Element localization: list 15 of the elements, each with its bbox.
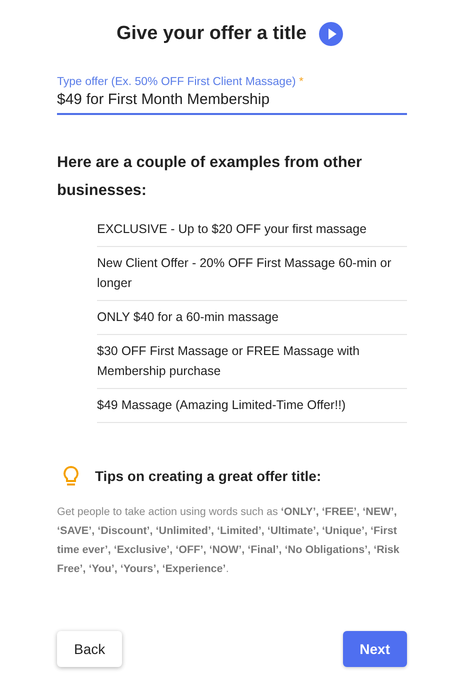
tips-text: Get people to take action using words such as ‘ONLY’, ‘FREE’, ‘NEW’, ‘SAVE’, ‘Discount’, ‘Unlimited’, ‘Limited’, ‘Ultimate’, ‘Unique’, ‘First time ever’, ‘Exclusive’, ‘OFF’, ‘NOW’, ‘Final’, ‘No Obligations’, ‘Risk Free’, ‘You’, ‘Yours’, ‘Experience’.	[57, 505, 400, 577]
tips-heading: Tips on creating a great offer title:	[95, 468, 322, 484]
field-label: Type offer (Ex. 50% OFF First Client Massage) *	[57, 76, 304, 88]
examples-heading: Here are a couple of examples from other businesses:	[57, 153, 363, 201]
example-offer: $30 OFF First Massage or FREE Massage with Membership purchase	[97, 335, 407, 389]
example-offer: EXCLUSIVE - Up to $20 OFF your first massage	[97, 213, 407, 247]
play-icon[interactable]	[318, 22, 343, 46]
example-offer: New Client Offer - 20% OFF First Massage 60-min or longer	[97, 247, 407, 301]
offer-title-field[interactable]: $49 for First Month Membership	[57, 91, 407, 115]
lightbulb-icon	[61, 465, 81, 487]
page-title: Give your offer a title	[116, 23, 307, 45]
example-offer: ONLY $40 for a 60-min massage	[97, 301, 407, 335]
back-button[interactable]: Back	[57, 631, 122, 667]
next-button[interactable]: Next	[342, 631, 407, 667]
example-offer: $49 Massage (Amazing Limited-Time Offer!!)	[97, 389, 407, 423]
